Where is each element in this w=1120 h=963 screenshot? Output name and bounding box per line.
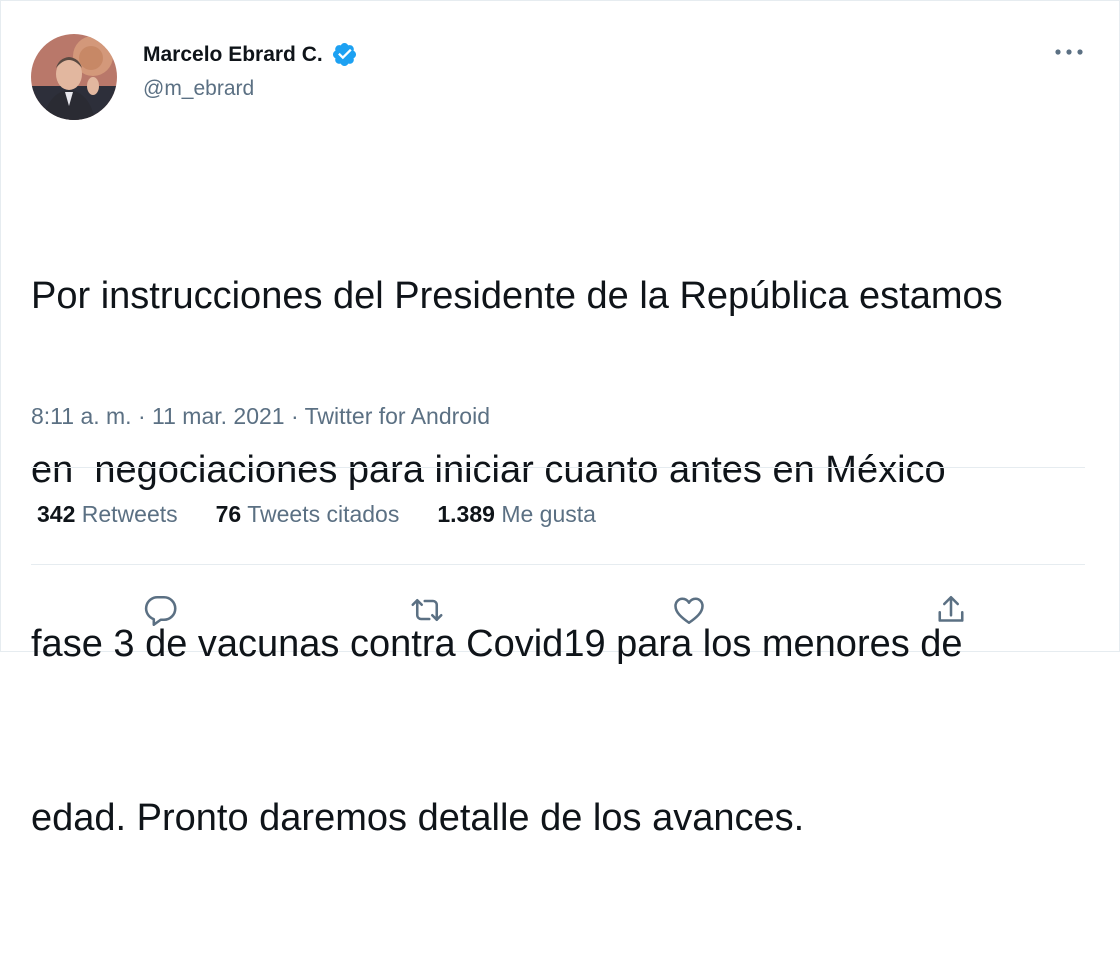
retweet-button[interactable] <box>403 586 451 634</box>
verified-badge-icon <box>332 42 356 67</box>
likes-label: Me gusta <box>501 501 596 527</box>
author-handle[interactable]: @m_ebrard <box>143 77 254 101</box>
tweet-source-link[interactable]: Twitter for Android <box>305 403 490 429</box>
divider <box>31 564 1085 565</box>
avatar[interactable] <box>31 34 117 120</box>
like-button[interactable] <box>665 586 713 634</box>
meta-separator: · <box>284 403 305 429</box>
retweets-count: 342 <box>37 501 76 527</box>
quote-tweets-count: 76 <box>215 501 242 527</box>
avatar-image <box>31 34 117 120</box>
author-name[interactable]: Marcelo Ebrard C. <box>143 43 323 67</box>
likes-count: 1.389 <box>437 501 495 527</box>
tweet-metadata: 8:11 a. m. · 11 mar. 2021 · Twitter for … <box>31 403 490 430</box>
tweet-stats: 342 Retweets 76 Tweets citados 1.389 Me … <box>37 501 634 528</box>
tweet-actions <box>1 586 1119 636</box>
share-button[interactable] <box>927 586 975 634</box>
meta-separator: · <box>131 403 153 429</box>
quote-tweets-label: Tweets citados <box>247 501 400 527</box>
retweets-stat[interactable]: 342 Retweets <box>37 501 178 528</box>
divider <box>31 467 1085 468</box>
likes-stat[interactable]: 1.389 Me gusta <box>437 501 596 528</box>
reply-button[interactable] <box>137 586 185 634</box>
tweet-date: 11 mar. 2021 <box>152 403 285 429</box>
tweet-text-line: en negociaciones para iniciar cuanto ant… <box>31 449 946 491</box>
author-name-row: Marcelo Ebrard C. <box>143 41 358 68</box>
more-horizontal-icon <box>1055 49 1083 55</box>
share-icon <box>938 595 964 622</box>
tweet-text: Por instrucciones del Presidente de la R… <box>31 151 1091 963</box>
more-options-button[interactable] <box>1051 37 1087 67</box>
heart-icon <box>674 597 704 625</box>
tweet-time-link[interactable]: 8:11 a. m. · 11 mar. 2021 <box>31 403 285 429</box>
retweets-label: Retweets <box>81 501 178 527</box>
tweet-time: 8:11 a. m. <box>31 403 132 429</box>
retweet-icon <box>411 598 443 622</box>
reply-icon <box>144 595 177 626</box>
tweet-card: Marcelo Ebrard C. @m_ebrard Por instrucc… <box>0 0 1120 839</box>
tweet-text-line: Por instrucciones del Presidente de la R… <box>31 275 1003 317</box>
tweet-text-line: edad. Pronto daremos detalle de los avan… <box>31 797 805 839</box>
quote-tweets-stat[interactable]: 76 Tweets citados <box>216 501 400 528</box>
